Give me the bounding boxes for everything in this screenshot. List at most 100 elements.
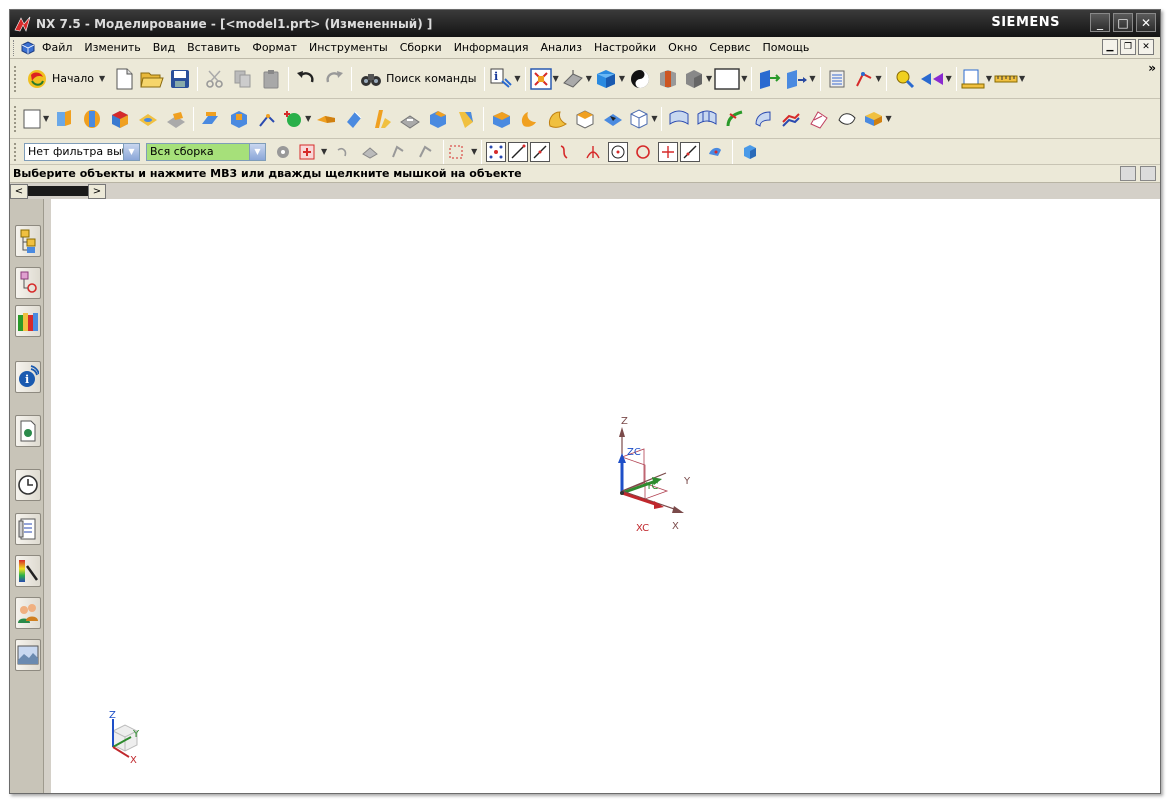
status-indicator-icon[interactable] [1120,166,1136,181]
distance-button[interactable]: ▼ [994,66,1025,92]
draft-button[interactable] [369,106,395,132]
menu-edit[interactable]: Изменить [78,41,146,54]
menu-analysis[interactable]: Анализ [535,41,589,54]
scope-filter-select[interactable]: Вся сборка ▼ [146,142,266,161]
constraint-navigator-tab[interactable] [15,267,41,299]
maximize-button[interactable]: □ [1113,13,1133,32]
datum-csys[interactable]: Z ZC Y YC X XC [596,413,706,533]
body-select-button[interactable] [357,139,383,165]
paste-button[interactable] [258,66,284,92]
roles-tab[interactable] [15,597,41,629]
hidden-edges-button[interactable]: ▼ [683,66,712,92]
point-button[interactable] [254,106,280,132]
datum-csys-button[interactable]: ▼ [282,106,311,132]
boss-button[interactable] [163,106,189,132]
menu-preferences[interactable]: Настройки [588,41,662,54]
graphics-window[interactable]: Z ZC Y YC X XC Z Y X [45,199,1160,793]
new-button[interactable] [111,66,137,92]
hole-button[interactable] [135,106,161,132]
doc-restore-button[interactable]: ❐ [1120,39,1136,55]
select-all-button[interactable]: ▼ [298,139,327,165]
point-on-curve-button[interactable] [680,141,701,162]
surface-button[interactable]: ▼ [862,106,892,132]
sew-button[interactable]: ▼ [628,106,657,132]
move-object-button[interactable]: ▼ [784,66,816,92]
thicken-button[interactable] [600,106,626,132]
rib-button[interactable] [341,106,367,132]
swoop-button[interactable] [806,106,832,132]
menu-format[interactable]: Формат [246,41,303,54]
face-select-button[interactable] [385,139,411,165]
menu-window[interactable]: Окно [662,41,703,54]
part-icon[interactable] [20,40,36,56]
reuse-library-tab[interactable] [15,513,41,545]
fullscreen-icon[interactable] [1140,166,1156,181]
close-button[interactable]: ✕ [1136,13,1156,32]
menu-assemblies[interactable]: Сборки [394,41,448,54]
existing-point-button[interactable] [658,141,679,162]
measure-button[interactable]: ▼ [919,66,952,92]
pick-from-list-button[interactable] [737,139,763,165]
hd3d-tools-tab[interactable]: i [15,361,41,393]
background-button[interactable]: ▼ [714,66,747,92]
information-button[interactable]: i ▼ [489,66,521,92]
palette-tab[interactable] [15,555,41,587]
redo-button[interactable] [321,66,347,92]
menu-file[interactable]: Файл [36,41,78,54]
trim-body-button[interactable] [544,106,570,132]
xc-axis[interactable] [621,491,659,507]
quadrant-button[interactable] [630,139,656,165]
mesh-surface-button[interactable] [694,106,720,132]
through-curves-button[interactable] [666,106,692,132]
law-extension-button[interactable] [750,106,776,132]
section-view-button[interactable] [655,66,681,92]
doc-close-button[interactable]: ✕ [1138,39,1154,55]
minimize-button[interactable]: _ [1090,13,1110,32]
x-axis[interactable] [621,490,681,512]
menu-tools[interactable]: Инструменты [303,41,394,54]
menu-service[interactable]: Сервис [703,41,756,54]
arc-center-button[interactable] [608,141,629,162]
shaded-button[interactable]: ▼ [594,66,625,92]
system-scenes-tab[interactable] [15,639,41,671]
point-on-surface-button[interactable] [702,139,728,165]
layer-settings-button[interactable] [825,66,851,92]
block-button[interactable] [107,106,133,132]
curve-select-button[interactable] [413,139,439,165]
control-point-button[interactable] [552,139,578,165]
toolbar-overflow[interactable]: » [1148,61,1156,75]
title-bar[interactable]: NX 7.5 - Моделирование - [<model1.prt> (… [10,10,1160,37]
start-button[interactable]: Начало ▼ [22,66,109,92]
toolbar-grip[interactable] [14,142,18,161]
general-select-button[interactable] [270,139,296,165]
sketch-button[interactable]: ▼ [22,106,49,132]
subtract-button[interactable] [516,106,542,132]
grid-button[interactable]: ▼ [961,66,992,92]
end-point-button[interactable] [508,141,529,162]
chamfer-button[interactable] [425,106,451,132]
menu-information[interactable]: Информация [448,41,535,54]
toolbar-grip[interactable] [14,105,18,132]
revolve-button[interactable] [79,106,105,132]
datum-plane-button[interactable] [198,106,224,132]
wcs-button[interactable] [756,66,782,92]
extrude-button[interactable] [51,106,77,132]
pocket-button[interactable] [226,106,252,132]
sweep-button[interactable] [722,106,748,132]
snap-point-button[interactable] [486,141,507,162]
save-button[interactable] [167,66,193,92]
intersection-button[interactable] [580,139,606,165]
n-sided-button[interactable] [834,106,860,132]
toolbar-grip[interactable] [14,65,18,92]
assembly-navigator-tab[interactable] [15,225,41,257]
shell-button[interactable] [453,106,479,132]
open-button[interactable] [139,66,165,92]
undo-button[interactable] [293,66,319,92]
cut-button[interactable] [202,66,228,92]
document-tab[interactable] [28,186,88,196]
fit-view-button[interactable]: ▼ [529,66,559,92]
rendering-style-button[interactable] [627,66,653,92]
undo-select-button[interactable] [329,139,355,165]
csys-origin[interactable] [620,491,624,495]
web-browser-tab[interactable] [15,415,41,447]
